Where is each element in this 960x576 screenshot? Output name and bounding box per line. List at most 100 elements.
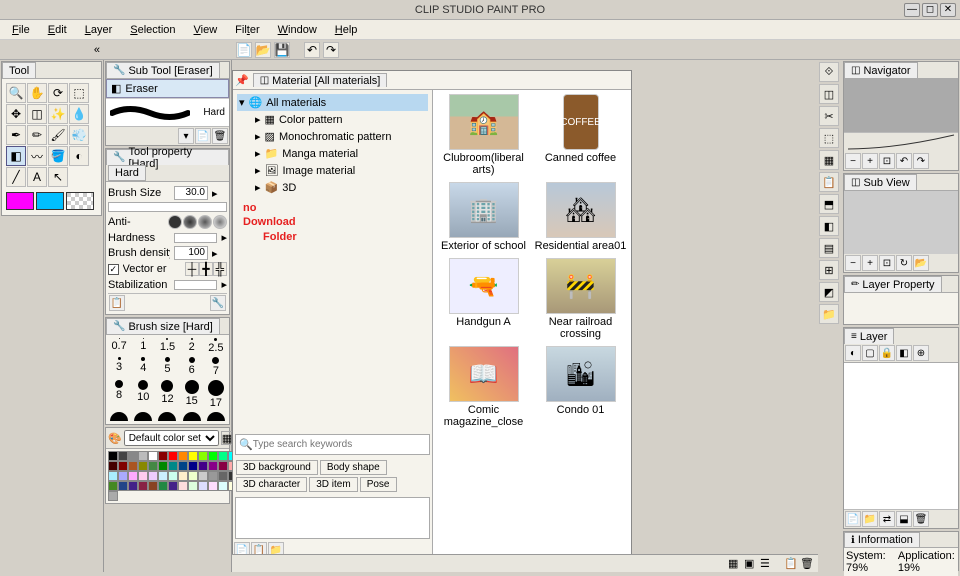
color-swatch[interactable] — [198, 461, 208, 471]
view-list-icon[interactable]: ☰ — [760, 557, 774, 571]
color-swatch[interactable] — [138, 481, 148, 491]
color-swatch[interactable] — [118, 451, 128, 461]
tag-button[interactable]: Pose — [360, 477, 397, 492]
color-swatch[interactable] — [168, 461, 178, 471]
transfer-icon[interactable]: ⇄ — [879, 511, 895, 527]
subtool-delete-icon[interactable]: 🗑 — [212, 128, 228, 144]
zoom-tool-icon[interactable]: 🔍 — [6, 83, 26, 103]
subview-open-icon[interactable]: 📂 — [913, 255, 929, 271]
vector-mode-3[interactable]: ╬ — [213, 262, 227, 276]
color-swatch[interactable] — [168, 481, 178, 491]
open-icon[interactable]: 📂 — [255, 42, 271, 58]
aa-option-1[interactable] — [168, 215, 182, 229]
brush-preset[interactable]: 10 — [132, 379, 154, 409]
tool-panel-tab[interactable]: Tool — [2, 62, 36, 78]
stepper-icon[interactable]: ▸ — [212, 247, 218, 260]
color-swatch[interactable] — [188, 471, 198, 481]
brush-preset[interactable]: 6 — [181, 356, 203, 377]
information-tab[interactable]: ℹ Information — [844, 532, 920, 547]
material-prop-icon[interactable]: 📋 — [784, 557, 798, 571]
color-swatch[interactable] — [158, 461, 168, 471]
rotate-right-icon[interactable]: ↷ — [913, 153, 929, 169]
fill-tool-icon[interactable]: 🪣 — [48, 146, 68, 166]
tag-button[interactable]: Body shape — [320, 460, 387, 475]
menu-help[interactable]: Help — [327, 22, 366, 38]
brush-preset[interactable] — [156, 411, 178, 422]
new-icon[interactable]: 📄 — [236, 42, 252, 58]
quickaccess-icon[interactable]: ◫ — [819, 84, 839, 104]
color-swatch[interactable] — [138, 461, 148, 471]
color-swatch[interactable] — [128, 481, 138, 491]
color-swatch[interactable] — [108, 451, 118, 461]
blend-tool-icon[interactable]: 〰 — [27, 146, 47, 166]
color-swatch[interactable] — [138, 471, 148, 481]
quickaccess-icon[interactable]: ⊞ — [819, 260, 839, 280]
gradient-tool-icon[interactable]: ◐ — [69, 146, 89, 166]
color-swatch[interactable] — [108, 461, 118, 471]
color-swatch[interactable] — [148, 471, 158, 481]
material-thumb[interactable]: 🔫Handgun A — [437, 258, 530, 340]
aa-option-2[interactable] — [183, 215, 197, 229]
eraser-tool-icon[interactable]: ◧ — [6, 146, 26, 166]
colorset-dropdown[interactable]: Default color set — [124, 430, 219, 446]
color-swatch[interactable] — [218, 471, 228, 481]
brush-preset[interactable]: 8 — [108, 379, 130, 409]
quickaccess-icon[interactable]: ◩ — [819, 282, 839, 302]
material-panel-tab[interactable]: ◫ Material [All materials] — [253, 73, 388, 87]
material-tree-item[interactable]: ▸▨Monochromatic pattern — [237, 128, 428, 145]
material-tree-item[interactable]: ▸🖼Image material — [237, 162, 428, 179]
color-swatch[interactable] — [148, 481, 158, 491]
subtool-copy-icon[interactable]: 📄 — [195, 128, 211, 144]
color-swatch[interactable] — [188, 451, 198, 461]
brush-size-slider[interactable] — [108, 202, 227, 212]
color-swatch[interactable] — [208, 481, 218, 491]
subtool-menu-icon[interactable]: ▾ — [178, 128, 194, 144]
color-swatch[interactable] — [198, 481, 208, 491]
color-swatch[interactable] — [178, 461, 188, 471]
menu-layer[interactable]: Layer — [77, 22, 121, 38]
toolprop-wrench-icon[interactable]: 🔧 — [210, 295, 226, 311]
brushsize-tab[interactable]: 🔧 Brush size [Hard] — [106, 318, 220, 334]
eyedropper-icon[interactable]: 💧 — [69, 104, 89, 124]
quickaccess-icon[interactable]: ◧ — [819, 216, 839, 236]
brush-preset[interactable]: 1 — [132, 337, 154, 354]
brush-preset[interactable]: 3 — [108, 356, 130, 377]
vector-mode-2[interactable]: ╋ — [199, 262, 213, 276]
rotate-left-icon[interactable]: ↶ — [896, 153, 912, 169]
text-tool-icon[interactable]: A — [27, 167, 47, 187]
brush-preset[interactable]: 7 — [205, 356, 227, 377]
material-tree-root[interactable]: ▾🌐All materials — [237, 94, 428, 111]
color-swatch[interactable] — [118, 461, 128, 471]
color-swatch[interactable] — [168, 451, 178, 461]
material-thumb[interactable]: 📖Comic magazine_close — [437, 346, 530, 428]
color-swatch[interactable] — [128, 471, 138, 481]
brush-tool-icon[interactable]: 🖌 — [48, 125, 68, 145]
brush-preset[interactable]: 4 — [132, 356, 154, 377]
color-swatch[interactable] — [128, 451, 138, 461]
stabilization-slider[interactable] — [174, 280, 217, 290]
material-thumb[interactable]: 🚧Near railroad crossing — [534, 258, 627, 340]
layer-mask-icon[interactable]: ◧ — [896, 345, 912, 361]
menu-view[interactable]: View — [186, 22, 226, 38]
quickaccess-icon[interactable]: ▦ — [819, 150, 839, 170]
collapse-icon[interactable]: « — [94, 44, 100, 56]
color-swatch[interactable] — [178, 471, 188, 481]
color-swatch[interactable] — [198, 451, 208, 461]
brush-preset[interactable]: 5 — [156, 356, 178, 377]
correct-tool-icon[interactable]: ↖ — [48, 167, 68, 187]
subview-zoom-out-icon[interactable]: − — [845, 255, 861, 271]
subtool-eraser-item[interactable]: ◧ Eraser — [106, 79, 229, 98]
color-swatch[interactable] — [208, 471, 218, 481]
subtool-panel-tab[interactable]: 🔧 Sub Tool [Eraser] — [106, 62, 220, 78]
toolproperty-subtab[interactable]: Hard — [108, 165, 146, 181]
quickaccess-icon[interactable]: ⬚ — [819, 128, 839, 148]
expand-icon[interactable]: ▸ — [255, 130, 261, 143]
transparent-color[interactable] — [66, 192, 94, 210]
color-swatch[interactable] — [218, 451, 228, 461]
menu-window[interactable]: Window — [270, 22, 325, 38]
material-tree-item[interactable]: ▸📁Manga material — [237, 145, 428, 162]
pen-tool-icon[interactable]: ✒ — [6, 125, 26, 145]
material-search-input[interactable] — [253, 439, 426, 450]
color-swatch[interactable] — [138, 451, 148, 461]
color-swatch[interactable] — [168, 471, 178, 481]
